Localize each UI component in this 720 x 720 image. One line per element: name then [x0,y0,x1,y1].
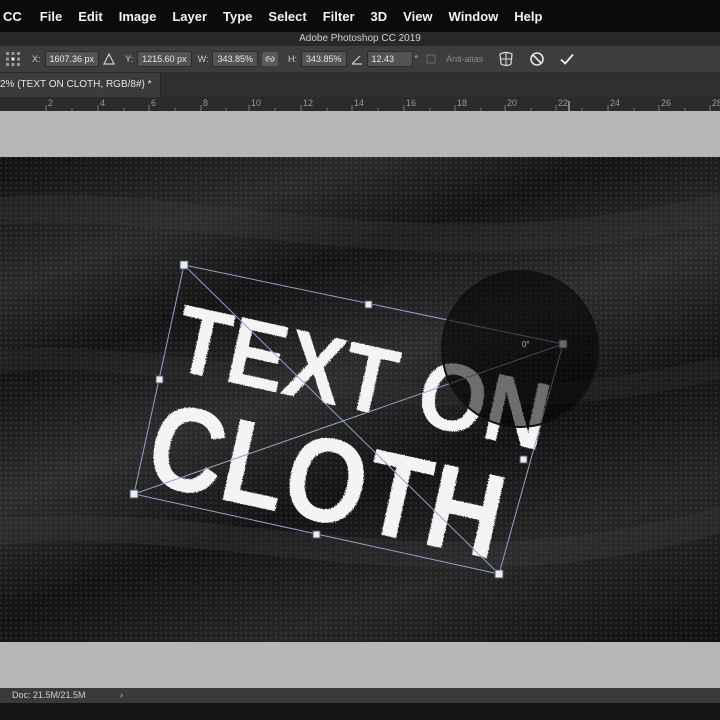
delta-icon[interactable] [103,53,116,65]
y-field[interactable]: 1215.60 px [137,51,192,67]
menu-select[interactable]: Select [260,9,314,24]
angle-unit: ° [414,54,419,64]
menu-filter[interactable]: Filter [315,9,363,24]
ruler-label: 8 [203,98,208,108]
menu-bar: CC File Edit Image Layer Type Select Fil… [0,0,720,32]
ruler-label: 6 [151,98,156,108]
ruler-label: 20 [507,98,517,108]
ruler-label: 28 [712,98,720,108]
h-field[interactable]: 343.85% [301,51,347,67]
window-title: Adobe Photoshop CC 2019 [0,32,720,46]
status-bar: Doc: 21.5M/21.5M › [0,688,720,703]
commit-transform-icon[interactable] [559,51,575,67]
menu-file[interactable]: File [32,9,70,24]
menu-edit[interactable]: Edit [70,9,111,24]
h-label: H: [288,54,297,64]
ruler-label: 24 [610,98,620,108]
ruler-label: 4 [100,98,105,108]
interpolation-icon[interactable] [426,54,436,64]
menu-image[interactable]: Image [111,9,165,24]
warp-mode-icon[interactable] [497,50,515,68]
document-tab-bar: 2% (TEXT ON CLOTH, RGB/8#) * [0,73,720,97]
x-field[interactable]: 1607.36 px [44,51,100,67]
menu-3d[interactable]: 3D [363,9,396,24]
cancel-transform-icon[interactable] [529,51,545,67]
app-menu[interactable]: CC [0,9,32,24]
ruler-label: 2 [48,98,53,108]
w-field[interactable]: 343.85% [212,51,258,67]
angle-readout: 0° [522,340,530,349]
doc-size-status[interactable]: Doc: 21.5M/21.5M [0,690,86,700]
link-icon[interactable] [262,52,278,66]
w-label: W: [197,54,209,64]
ruler-label: 22 [558,98,568,108]
bottom-strip [0,703,720,720]
y-label: Y: [125,54,134,64]
document-canvas[interactable]: TEXT ON CLOTH 0° [0,157,720,642]
menu-help[interactable]: Help [506,9,550,24]
menu-type[interactable]: Type [215,9,260,24]
horizontal-ruler: 2 4 6 8 10 12 14 16 18 20 22 24 26 28 [0,97,720,112]
reference-point-icon[interactable] [4,50,22,68]
ruler-label: 10 [251,98,261,108]
ruler-label: 26 [661,98,671,108]
document-tab[interactable]: 2% (TEXT ON CLOTH, RGB/8#) * [0,73,161,97]
rotate-cursor-icon [441,270,599,428]
angle-icon [351,53,363,65]
menu-layer[interactable]: Layer [164,9,215,24]
ruler-label: 14 [354,98,364,108]
ruler-label: 12 [303,98,313,108]
options-bar: X: 1607.36 px Y: 1215.60 px W: 343.85% H… [0,46,720,73]
ruler-label: 16 [406,98,416,108]
status-menu-arrow[interactable]: › [120,688,123,703]
ruler-label: 18 [457,98,467,108]
menu-window[interactable]: Window [441,9,507,24]
x-label: X: [32,54,41,64]
angle-field[interactable]: 12.43 [366,51,413,67]
antialias-label[interactable]: Anti-alias [446,54,483,64]
menu-view[interactable]: View [395,9,440,24]
